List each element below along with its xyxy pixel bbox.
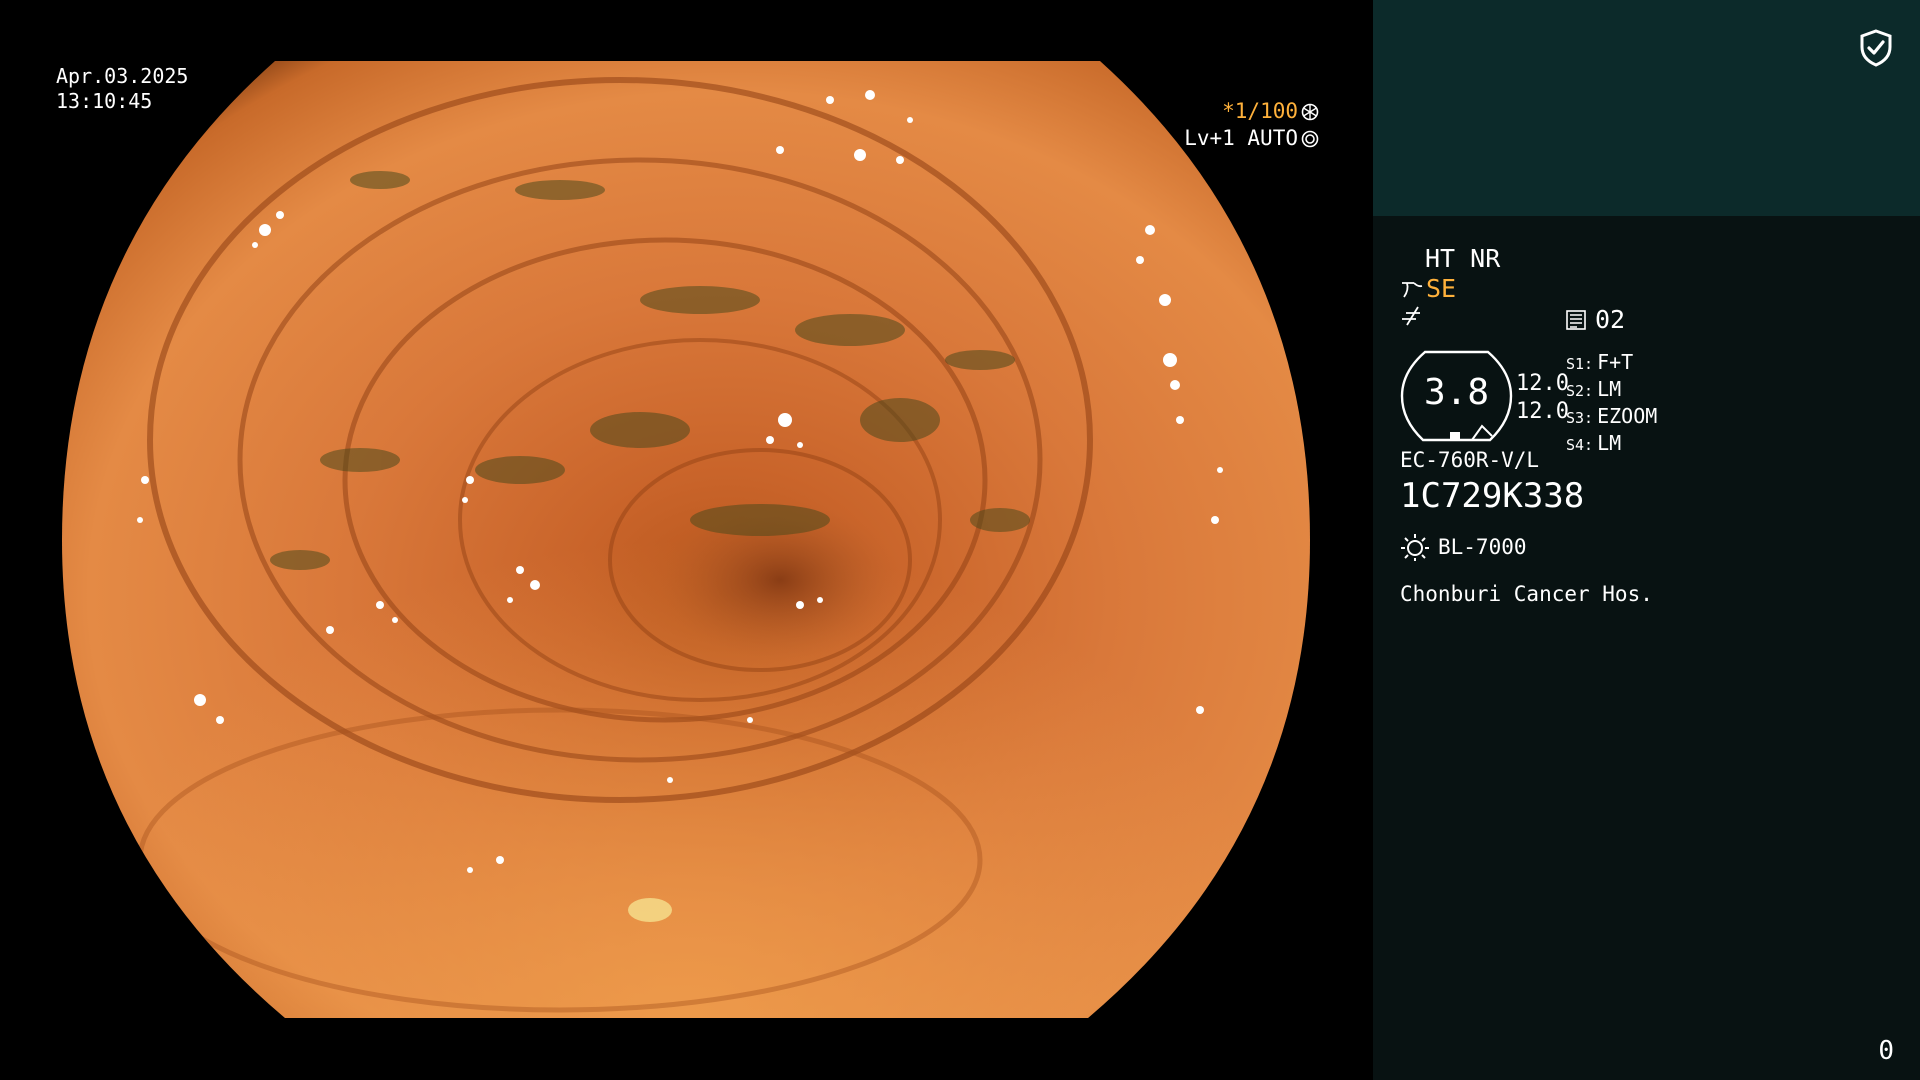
datetime-overlay: Apr.03.2025 13:10:45 <box>56 64 188 114</box>
shutter-icon <box>1301 103 1319 120</box>
iris-icon <box>1301 130 1319 147</box>
switch-2: S2: LM <box>1566 377 1657 404</box>
switch-key: S3: <box>1566 409 1594 427</box>
sharpness-row <box>1400 304 1424 333</box>
light-source-row: BL-7000 <box>1400 532 1527 562</box>
memo-row: 02 <box>1565 305 1625 334</box>
sharpness-icon <box>1402 306 1420 326</box>
hospital-name: Chonburi Cancer Hos. <box>1400 582 1653 606</box>
enhance-text: SE <box>1426 274 1457 303</box>
mode-text: HT NR <box>1425 244 1501 273</box>
status-panel <box>1373 216 1920 1080</box>
value-1: 12.0 <box>1516 371 1569 396</box>
light-source-text: BL-7000 <box>1438 535 1527 559</box>
enhance-icon <box>1402 281 1423 298</box>
level-text: Lv+1 AUTO <box>1184 126 1298 150</box>
switch-value: EZOOM <box>1597 404 1658 428</box>
date-text: Apr.03.2025 <box>56 64 189 88</box>
gauge-value: 3.8 <box>1423 372 1490 413</box>
switch-3: S3: EZOOM <box>1566 404 1657 431</box>
image-counter: 0 <box>1878 1036 1894 1066</box>
shutter-speed-text: *1/100 <box>1222 99 1298 123</box>
shield-check-icon <box>1860 29 1892 67</box>
switch-value: LM <box>1597 377 1622 401</box>
memo-icon <box>1566 309 1586 330</box>
switch-value: F+T <box>1597 350 1634 374</box>
switch-1: S1: F+T <box>1566 350 1657 377</box>
panel-header <box>1373 0 1920 216</box>
scope-serial: 1C729K338 <box>1400 476 1585 516</box>
time-text: 13:10:45 <box>56 89 153 113</box>
endoscope-video-viewport: Apr.03.2025 13:10:45 *1/100 Lv+1 AUTO <box>0 0 1373 1080</box>
value-column: 12.0 12.0 <box>1516 370 1569 426</box>
switch-assignments: S1: F+T S2: LM S3: EZOOM S4: LM <box>1566 350 1657 458</box>
scope-model: EC-760R-V/L <box>1400 448 1540 472</box>
magnification-gauge: 3.8 <box>1400 350 1513 442</box>
enhance-row: SE <box>1400 274 1456 303</box>
exposure-overlay: *1/100 Lv+1 AUTO <box>1184 98 1319 152</box>
lamp-icon <box>1401 534 1429 561</box>
switch-value: LM <box>1597 431 1622 455</box>
value-2: 12.0 <box>1516 399 1569 424</box>
switch-key: S1: <box>1566 355 1594 373</box>
switch-4: S4: LM <box>1566 431 1657 458</box>
memo-number: 02 <box>1595 305 1626 334</box>
endoscopic-image <box>62 61 1310 1018</box>
switch-key: S4: <box>1566 436 1594 454</box>
switch-key: S2: <box>1566 382 1594 400</box>
